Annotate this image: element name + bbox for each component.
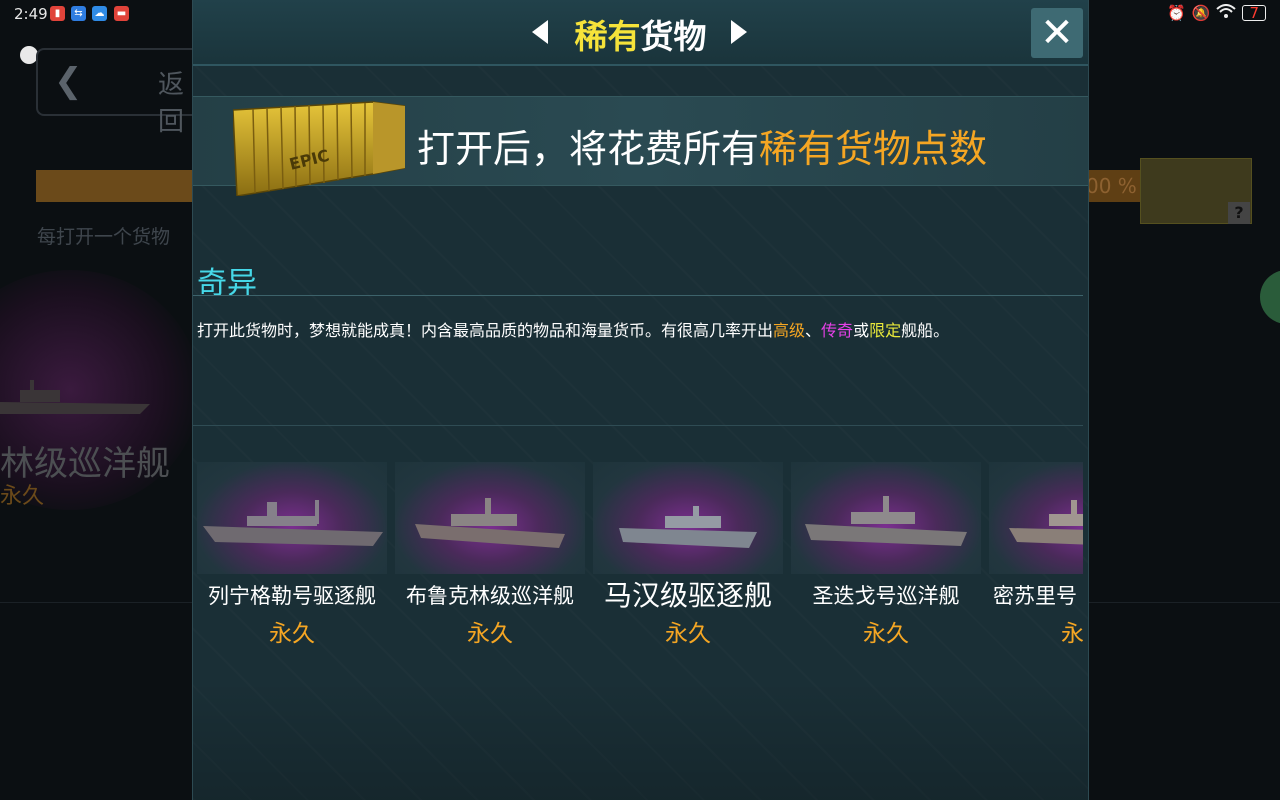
banner-highlight: 稀有货物点数 (759, 127, 988, 171)
ship-name: 马汉级驱逐舰 (603, 579, 772, 612)
ship-status: 永久 (467, 621, 513, 647)
ship-silhouette (203, 500, 383, 546)
description-sep1: 、 (805, 321, 822, 340)
ship-status: 永久 (1061, 621, 1083, 647)
description-sep2: 或 (853, 321, 870, 340)
background-ship-status: 永久 (0, 484, 45, 509)
ship-card[interactable]: 列宁格勒号驱逐舰 永久 (197, 462, 387, 652)
modal-footer-area (193, 680, 1088, 800)
ship-name: 圣迭戈号巡洋舰 (812, 584, 960, 608)
next-cargo-arrow[interactable] (731, 20, 747, 44)
ship-name: 密苏里号 (993, 584, 1077, 608)
progress-bar-left (36, 170, 196, 202)
ship-image (989, 462, 1083, 574)
background-hint: 每打开一个货物 (37, 226, 171, 248)
close-icon: ✕ (1040, 10, 1074, 56)
ship-silhouette (1009, 500, 1083, 545)
wifi-icon (1216, 4, 1237, 22)
ship-image (197, 462, 387, 574)
back-button[interactable]: ❮ 返回 (36, 48, 208, 137)
ship-list[interactable]: 列宁格勒号驱逐舰 永久 布鲁克林级巡洋舰 永久 马汉级驱逐舰 永久 圣迭戈号巡洋… (197, 462, 1083, 652)
system-icons: ⏰ 🔕 7 (1167, 4, 1266, 22)
cargo-description: 打开此货物时，梦想就能成真！内含最高品质的物品和海量货币。有很高几率开出高级、传… (197, 317, 949, 341)
mute-icon: 🔕 (1191, 4, 1211, 22)
ship-name: 布鲁克林级巡洋舰 (406, 584, 574, 608)
cloud-app-icon: ☁ (92, 6, 107, 21)
modal-title-highlight: 稀有 (574, 17, 641, 56)
ship-card[interactable]: 布鲁克林级巡洋舰 永久 (395, 462, 585, 652)
cargo-modal: 稀有货物 ✕ EPIC 打开后，将花费所有稀有货物点数 奇异 打开此货物时，梦想… (192, 0, 1089, 800)
background-ship-image (0, 380, 150, 414)
battery-icon: 7 (1242, 5, 1266, 21)
alarm-icon: ⏰ (1167, 4, 1186, 22)
tier-limited-label: 限定 (869, 321, 902, 340)
epic-crate-image: EPIC (233, 101, 405, 196)
ship-status: 永久 (269, 621, 315, 647)
battery-level: 7 (1249, 4, 1259, 22)
ship-name: 列宁格勒号驱逐舰 (208, 584, 376, 608)
progress-text: 00 % (1086, 170, 1146, 202)
description-part2: 舰船。 (901, 321, 950, 340)
ship-silhouette (415, 498, 565, 548)
ship-status: 永久 (665, 621, 711, 647)
modal-header: 稀有货物 ✕ (193, 0, 1088, 66)
ship-silhouette (619, 506, 757, 548)
content-divider (193, 425, 1083, 426)
transfer-app-icon: ⇆ (71, 6, 86, 21)
cost-banner-text: 打开后，将花费所有稀有货物点数 (417, 118, 987, 173)
ship-status: 永久 (863, 621, 909, 647)
ship-card[interactable]: 圣迭戈号巡洋舰 永久 (791, 462, 981, 652)
description-part1: 打开此货物时，梦想就能成真！内含最高品质的物品和海量货币。有很高几率开出 (197, 321, 774, 340)
section-divider (193, 295, 1083, 296)
side-action-button[interactable] (1260, 270, 1280, 324)
ship-card[interactable]: 马汉级驱逐舰 永久 (593, 462, 783, 652)
tier-legend-label: 传奇 (821, 321, 854, 340)
clock: 2:49 (14, 5, 48, 23)
ship-card[interactable]: 密苏里号 永久 (989, 462, 1083, 652)
chevron-left-icon: ❮ (54, 61, 83, 101)
tier-high-label: 高级 (773, 321, 806, 340)
notification-app-icon: ▮ (50, 6, 65, 21)
banner-prefix: 打开后，将花费所有 (417, 127, 760, 171)
modal-title-rest: 货物 (640, 17, 707, 56)
ship-image (395, 462, 585, 574)
modal-title: 稀有货物 (193, 10, 1088, 58)
mail-app-icon: ▬ (114, 6, 129, 21)
ship-image (593, 462, 783, 574)
ship-image (791, 462, 981, 574)
close-button[interactable]: ✕ (1031, 8, 1083, 58)
help-icon[interactable]: ? (1228, 202, 1250, 224)
ship-silhouette (805, 496, 967, 546)
